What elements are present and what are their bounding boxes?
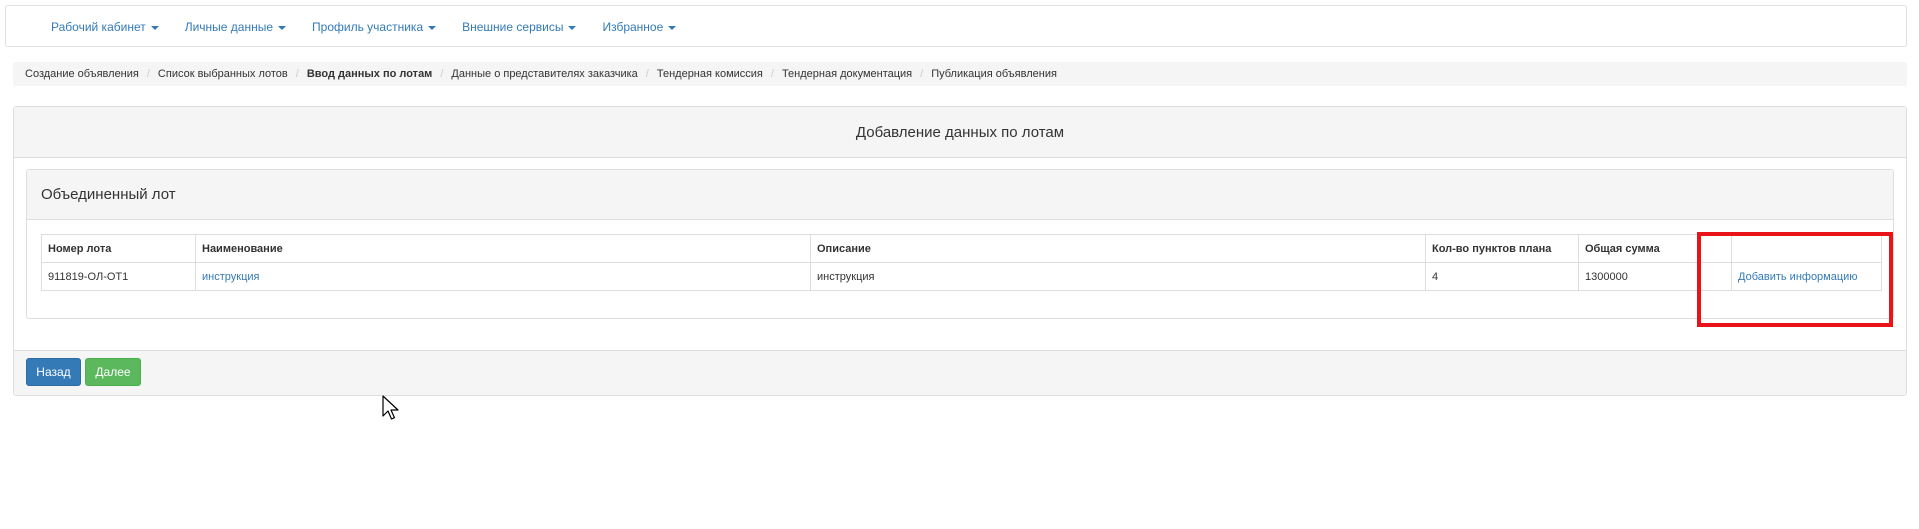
breadcrumb-separator: / [645, 68, 649, 80]
breadcrumb-separator: / [920, 68, 924, 80]
breadcrumb-separator: / [295, 68, 299, 80]
column-header-lot-number: Номер лота [41, 234, 196, 263]
table-row: 911819-ОЛ-ОТ1 инструкция инструкция 4 13… [41, 262, 1882, 291]
breadcrumb-lot-data-entry: Ввод данных по лотам [306, 68, 433, 80]
next-button[interactable]: Далее [85, 358, 141, 386]
cell-action: Добавить информацию [1731, 262, 1882, 291]
nav-item-label: Личные данные [184, 20, 274, 34]
nav-item-label: Внешние сервисы [462, 20, 564, 34]
nav-item-external-services[interactable]: Внешние сервисы [462, 20, 577, 34]
caret-down-icon [668, 25, 677, 30]
breadcrumb-tender-documentation[interactable]: Тендерная документация [782, 68, 912, 80]
lot-name-link[interactable]: инструкция [202, 271, 259, 283]
nav-item-personal-data[interactable]: Личные данные [184, 20, 287, 34]
column-header-total: Общая сумма [1578, 234, 1732, 263]
cell-total: 1300000 [1578, 262, 1732, 291]
caret-down-icon [428, 25, 437, 30]
cell-lot-number: 911819-ОЛ-ОТ1 [41, 262, 196, 291]
breadcrumb-create-announcement[interactable]: Создание объявления [25, 68, 139, 80]
panel-title: Добавление данных по лотам [14, 107, 1906, 158]
add-information-link[interactable]: Добавить информацию [1738, 271, 1858, 283]
caret-down-icon [568, 25, 577, 30]
breadcrumb-publication[interactable]: Публикация объявления [931, 68, 1057, 80]
column-header-name: Наименование [195, 234, 811, 263]
breadcrumb-selected-lots[interactable]: Список выбранных лотов [158, 68, 288, 80]
breadcrumb-customer-representatives[interactable]: Данные о представителях заказчика [451, 68, 637, 80]
lots-table: Номер лота Наименование Описание Кол-во … [41, 234, 1882, 291]
nav-item-favorites[interactable]: Избранное [602, 20, 677, 34]
combined-lot-title: Объединенный лот [27, 170, 1893, 220]
back-button[interactable]: Назад [26, 358, 81, 386]
combined-lot-panel: Объединенный лот Номер лота Наименование… [26, 169, 1894, 319]
nav-item-participant-profile[interactable]: Профиль участника [312, 20, 437, 34]
column-header-plan-items: Кол-во пунктов плана [1425, 234, 1579, 263]
column-header-action [1731, 234, 1882, 263]
breadcrumb: Создание объявления / Список выбранных л… [13, 62, 1907, 86]
nav-menu: Рабочий кабинет Личные данные Профиль уч… [51, 6, 702, 48]
top-navbar: Рабочий кабинет Личные данные Профиль уч… [5, 5, 1907, 47]
nav-item-label: Избранное [602, 20, 664, 34]
breadcrumb-separator: / [770, 68, 774, 80]
cell-plan-items: 4 [1425, 262, 1579, 291]
nav-item-label: Рабочий кабинет [51, 20, 146, 34]
breadcrumb-separator: / [146, 68, 150, 80]
breadcrumb-tender-commission[interactable]: Тендерная комиссия [657, 68, 763, 80]
caret-down-icon [278, 25, 287, 30]
cell-description: инструкция [810, 262, 1426, 291]
nav-item-label: Профиль участника [312, 20, 424, 34]
mouse-cursor-icon [382, 395, 399, 420]
table-header-row: Номер лота Наименование Описание Кол-во … [41, 234, 1882, 263]
column-header-description: Описание [810, 234, 1426, 263]
cell-name: инструкция [195, 262, 811, 291]
breadcrumb-separator: / [440, 68, 444, 80]
nav-item-workspace[interactable]: Рабочий кабинет [51, 20, 159, 34]
panel-footer: Назад Далее [14, 350, 1906, 395]
lot-data-panel: Добавление данных по лотам Объединенный … [13, 106, 1907, 396]
caret-down-icon [150, 25, 159, 30]
